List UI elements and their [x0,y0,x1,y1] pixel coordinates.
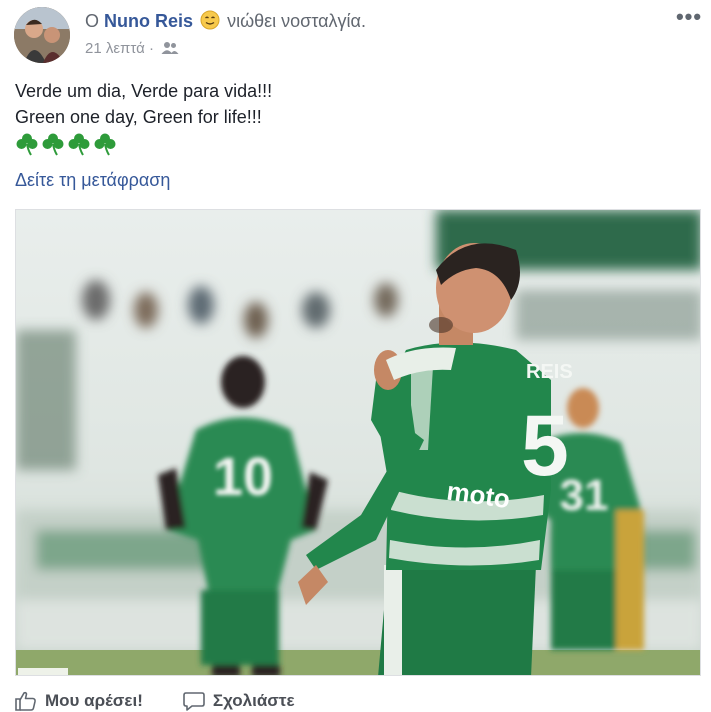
meta-separator: · [148,40,154,57]
author-avatar[interactable] [14,7,70,63]
shamrock-icon [67,132,91,161]
author-prefix: Ο [85,11,100,31]
facebook-post: Ο Nuno Reis νιώθει νοσταλγία. 21 λεπτά ·… [0,0,711,712]
comment-label: Σχολιάστε [212,691,295,710]
comment-button[interactable]: Σχολιάστε [183,690,295,712]
smiley-nostalgic-icon [200,10,220,30]
post-message: Verde um dia, Verde para vida!!! Green o… [15,78,272,130]
more-options-icon[interactable]: ••• [675,6,703,28]
shamrock-emoji-row [15,132,117,161]
post-meta: 21 λεπτά · [85,40,179,57]
feeling-text: νιώθει νοσταλγία. [227,11,366,31]
teammate-left-number: 10 [213,447,273,507]
jersey-name: REIS [526,361,573,383]
friends-icon[interactable] [161,41,179,55]
post-photo[interactable]: 10 31 REIS 5 moto [15,209,701,676]
jersey-number: 5 [521,398,569,494]
shamrock-icon [41,132,65,161]
like-button[interactable]: Μου αρέσει! [15,690,143,712]
post-header: Ο Nuno Reis νιώθει νοσταλγία. [85,10,366,32]
like-label: Μου αρέσει! [45,691,143,710]
see-translation-link[interactable]: Δείτε τη μετάφραση [15,170,170,191]
shamrock-icon [15,132,39,161]
post-line-2: Green one day, Green for life!!! [15,107,262,127]
shamrock-icon [93,132,117,161]
comment-icon [183,692,205,711]
timestamp[interactable]: 21 λεπτά [85,40,145,57]
post-actions: Μου αρέσει! Σχολιάστε [15,690,295,712]
author-name[interactable]: Nuno Reis [104,11,193,31]
post-line-1: Verde um dia, Verde para vida!!! [15,81,273,101]
thumbs-up-icon [15,691,36,711]
